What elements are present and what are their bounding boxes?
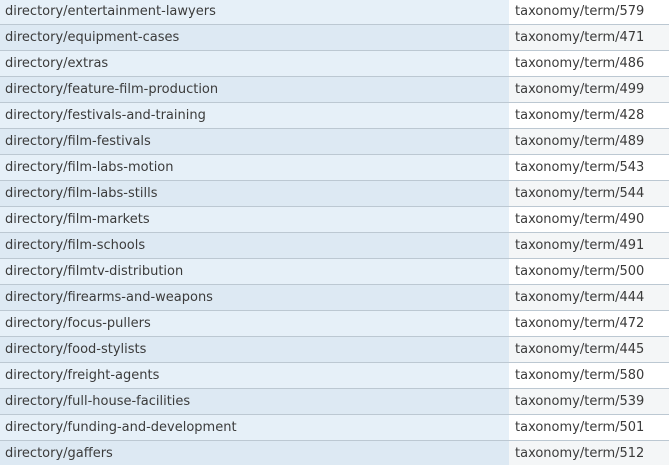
system-path-cell: taxonomy/term/444 [509,284,669,311]
system-path-cell: taxonomy/term/580 [509,362,669,389]
system-path-cell: taxonomy/term/472 [509,310,669,337]
alias-cell: directory/entertainment-lawyers [0,0,509,25]
alias-cell: directory/film-markets [0,206,509,233]
system-path-cell: taxonomy/term/501 [509,414,669,441]
alias-cell: directory/film-labs-stills [0,180,509,207]
alias-cell: directory/full-house-facilities [0,388,509,415]
alias-cell: directory/extras [0,50,509,77]
system-path-cell: taxonomy/term/543 [509,154,669,181]
system-path-cell: taxonomy/term/491 [509,232,669,259]
system-path-cell: taxonomy/term/486 [509,50,669,77]
alias-cell: directory/film-schools [0,232,509,259]
system-path-cell: taxonomy/term/445 [509,336,669,363]
table-row: directory/film-markets taxonomy/term/490 [0,206,669,233]
table-row: directory/film-festivals taxonomy/term/4… [0,128,669,155]
table-row: directory/feature-film-production taxono… [0,76,669,103]
alias-cell: directory/funding-and-development [0,414,509,441]
alias-cell: directory/feature-film-production [0,76,509,103]
system-path-cell: taxonomy/term/544 [509,180,669,207]
table-row: directory/filmtv-distribution taxonomy/t… [0,258,669,285]
alias-cell: directory/film-labs-motion [0,154,509,181]
system-path-cell: taxonomy/term/500 [509,258,669,285]
alias-cell: directory/firearms-and-weapons [0,284,509,311]
alias-cell: directory/filmtv-distribution [0,258,509,285]
table-row: directory/firearms-and-weapons taxonomy/… [0,284,669,311]
system-path-cell: taxonomy/term/512 [509,440,669,465]
alias-cell: directory/festivals-and-training [0,102,509,129]
table-row: directory/focus-pullers taxonomy/term/47… [0,310,669,337]
system-path-cell: taxonomy/term/489 [509,128,669,155]
table-row: directory/equipment-cases taxonomy/term/… [0,24,669,51]
table-row: directory/gaffers taxonomy/term/512 [0,440,669,465]
system-path-cell: taxonomy/term/579 [509,0,669,25]
system-path-cell: taxonomy/term/428 [509,102,669,129]
table-row: directory/food-stylists taxonomy/term/44… [0,336,669,363]
table-row: directory/full-house-facilities taxonomy… [0,388,669,415]
system-path-cell: taxonomy/term/471 [509,24,669,51]
url-alias-table: directory/entertainment-lawyers taxonomy… [0,0,669,465]
alias-cell: directory/food-stylists [0,336,509,363]
alias-cell: directory/freight-agents [0,362,509,389]
alias-cell: directory/equipment-cases [0,24,509,51]
table-row: directory/extras taxonomy/term/486 [0,50,669,77]
table-row: directory/festivals-and-training taxonom… [0,102,669,129]
table-row: directory/entertainment-lawyers taxonomy… [0,0,669,25]
table-row: directory/film-labs-motion taxonomy/term… [0,154,669,181]
alias-cell: directory/film-festivals [0,128,509,155]
system-path-cell: taxonomy/term/539 [509,388,669,415]
system-path-cell: taxonomy/term/499 [509,76,669,103]
table-row: directory/freight-agents taxonomy/term/5… [0,362,669,389]
table-row: directory/film-schools taxonomy/term/491 [0,232,669,259]
alias-cell: directory/gaffers [0,440,509,465]
url-alias-table-body: directory/entertainment-lawyers taxonomy… [0,0,669,465]
table-row: directory/funding-and-development taxono… [0,414,669,441]
table-row: directory/film-labs-stills taxonomy/term… [0,180,669,207]
system-path-cell: taxonomy/term/490 [509,206,669,233]
alias-cell: directory/focus-pullers [0,310,509,337]
